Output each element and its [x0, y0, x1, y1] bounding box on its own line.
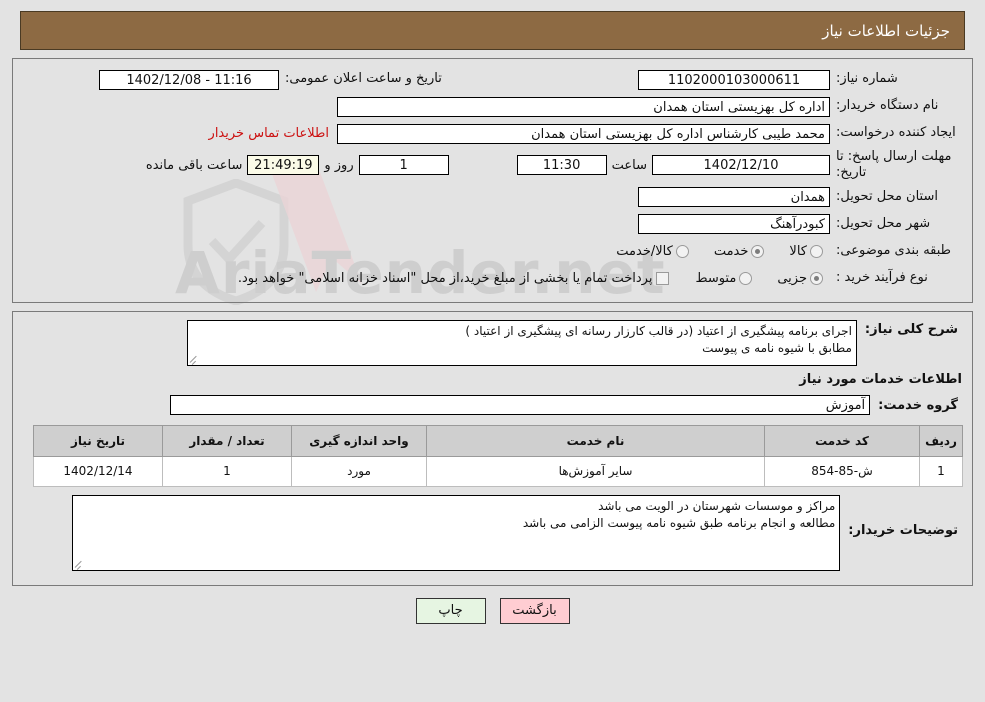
process-label: نوع فرآیند خرید :: [836, 269, 928, 285]
announce-datetime-field[interactable]: 11:16 - 1402/12/08: [99, 69, 279, 90]
cell-service-name: سایر آموزش‌ها: [426, 455, 765, 487]
checkbox-islamic-treasury-label: پرداخت تمام یا بخشی از مبلغ خرید،از محل …: [237, 270, 653, 286]
row-creator: ایجاد کننده درخواست: محمد طیبی کارشناس ا…: [21, 122, 964, 145]
radio-category-service[interactable]: [751, 244, 765, 258]
radio-category-goods[interactable]: [810, 244, 823, 258]
footer-buttons: بازگشت چاپ: [0, 597, 985, 624]
remaining-timer-field: 21:49:19: [247, 155, 320, 176]
city-field[interactable]: کبودرآهنگ: [638, 214, 830, 234]
radio-category-goods-service[interactable]: [675, 244, 689, 258]
cell-service-code: ش-85-854: [764, 455, 920, 487]
checkbox-islamic-treasury[interactable]: [656, 271, 670, 285]
th-quantity: تعداد / مقدار: [162, 424, 292, 457]
th-service-name: نام خدمت: [426, 424, 765, 457]
description-row: شرح کلی نیاز: اجرای برنامه پیشگیری از اع…: [21, 319, 964, 366]
th-radif: ردیف: [919, 424, 963, 457]
category-label: طبقه بندی موضوعی:: [836, 242, 952, 258]
remaining-days-field[interactable]: 1: [358, 155, 449, 176]
services-table: ردیف کد خدمت نام خدمت واحد اندازه گیری ت…: [33, 424, 963, 487]
radio-process-minor-label: جزیی: [777, 270, 807, 286]
need-number-label: شماره نیاز:: [836, 71, 898, 87]
print-button[interactable]: چاپ: [415, 597, 486, 624]
deadline-label: مهلت ارسال پاسخ: تا تاریخ:: [836, 149, 952, 181]
deadline-date-field[interactable]: 1402/12/10: [652, 155, 830, 176]
row-process-type: نوع فرآیند خرید : جزیی متوسط پرداخت تمام…: [21, 267, 964, 290]
back-button[interactable]: بازگشت: [499, 597, 570, 624]
service-group-label: گروه خدمت:: [878, 398, 958, 413]
services-section-title: اطلاعات خدمات مورد نیاز: [799, 371, 962, 387]
deadline-time-field[interactable]: 11:30: [516, 155, 607, 176]
th-need-date: تاریخ نیاز: [33, 424, 163, 457]
radio-category-goods-service-label: کالا/خدمت: [616, 243, 673, 259]
buyer-notes-row: توضیحات خریدار: مراکز و موسسات شهرستان د…: [21, 494, 964, 571]
need-number-field[interactable]: 1102000103000611: [638, 69, 830, 90]
description-label: شرح کلی نیاز:: [864, 321, 958, 337]
th-service-code: کد خدمت: [764, 424, 920, 457]
buyer-notes-label: توضیحات خریدار:: [848, 522, 958, 538]
cell-need-date: 1402/12/14: [33, 455, 163, 487]
province-label: استان محل تحویل:: [836, 188, 938, 204]
row-city: شهر محل تحویل: کبودرآهنگ: [21, 213, 964, 236]
table-row[interactable]: 1 ش-85-854 سایر آموزش‌ها مورد 1 1402/12/…: [33, 455, 963, 487]
hour-word-label: ساعت: [611, 157, 647, 173]
resize-handle-icon[interactable]: [189, 354, 200, 365]
creator-label: ایجاد کننده درخواست:: [836, 125, 956, 141]
radio-process-medium[interactable]: [739, 271, 753, 285]
radio-category-service-label: خدمت: [713, 243, 749, 259]
service-group-row: گروه خدمت: آموزش: [21, 394, 964, 415]
creator-field[interactable]: محمد طیبی کارشناس اداره کل بهزیستی استان…: [337, 123, 830, 144]
need-info-panel: شماره نیاز: 1102000103000611 تاریخ و ساع…: [12, 58, 973, 303]
page-title: جزئیات اطلاعات نیاز: [822, 21, 950, 40]
cell-quantity: 1: [162, 455, 292, 487]
row-buyer-org: نام دستگاه خریدار: اداره کل بهزیستی استا…: [21, 95, 964, 118]
row-need-number: شماره نیاز: 1102000103000611 تاریخ و ساع…: [21, 68, 964, 91]
buyer-notes-textarea[interactable]: مراکز و موسسات شهرستان در الویت می باشد …: [72, 494, 841, 571]
buyer-contact-link[interactable]: اطلاعات تماس خریدار: [201, 126, 337, 141]
resize-handle-icon[interactable]: [74, 559, 85, 570]
row-deadline: مهلت ارسال پاسخ: تا تاریخ: 1402/12/10 سا…: [21, 149, 964, 182]
page-header: جزئیات اطلاعات نیاز: [20, 11, 965, 50]
row-province: استان محل تحویل: همدان: [21, 186, 964, 209]
service-group-field[interactable]: آموزش: [170, 394, 871, 415]
cell-unit: مورد: [291, 455, 427, 487]
th-unit: واحد اندازه گیری: [291, 424, 427, 457]
buyer-org-field[interactable]: اداره کل بهزیستی استان همدان: [337, 96, 830, 117]
radio-process-medium-label: متوسط: [695, 270, 737, 286]
remaining-suffix-label: ساعت باقی مانده: [145, 157, 243, 173]
announce-label: تاریخ و ساعت اعلان عمومی:: [285, 71, 442, 87]
province-field[interactable]: همدان: [638, 187, 830, 207]
table-header-row: ردیف کد خدمت نام خدمت واحد اندازه گیری ت…: [33, 424, 963, 457]
cell-radif: 1: [919, 455, 963, 487]
radio-category-goods-label: کالا: [789, 243, 807, 259]
service-details-panel: شرح کلی نیاز: اجرای برنامه پیشگیری از اع…: [12, 310, 973, 586]
radio-process-minor[interactable]: [810, 271, 823, 285]
row-category: طبقه بندی موضوعی: کالا خدمت کالا/خدمت: [21, 240, 964, 263]
days-word-label: روز و: [324, 157, 354, 173]
description-textarea[interactable]: اجرای برنامه پیشگیری از اعتیاد (در قالب …: [186, 319, 857, 366]
city-label: شهر محل تحویل:: [836, 215, 931, 231]
buyer-org-label: نام دستگاه خریدار:: [836, 98, 939, 114]
